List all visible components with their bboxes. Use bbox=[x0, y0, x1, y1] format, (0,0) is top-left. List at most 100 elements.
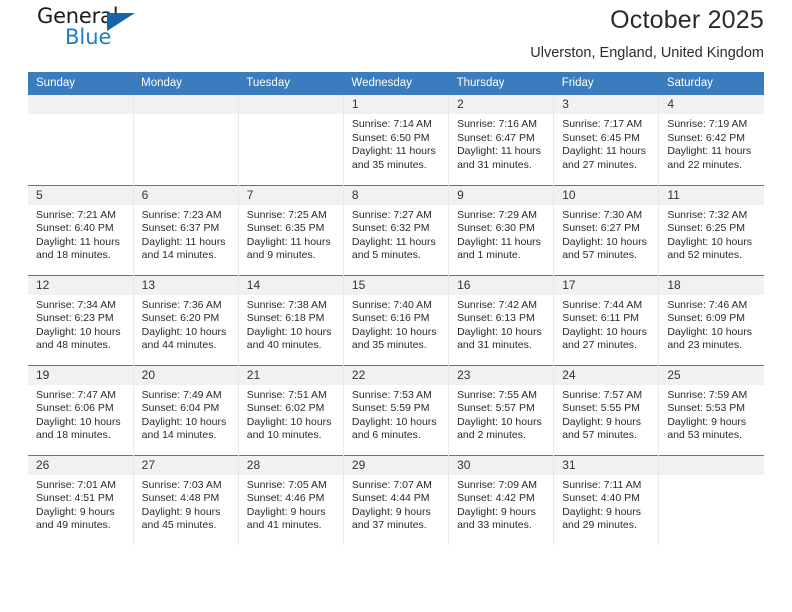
calendar-day-cell: 9 Sunrise: 7:29 AM Sunset: 6:30 PM Daylight… bbox=[448, 184, 554, 275]
daylight-duration-line1: Daylight: 10 hours bbox=[667, 235, 752, 248]
day-number: 26 bbox=[28, 455, 133, 475]
daylight-duration-line1: Daylight: 10 hours bbox=[246, 325, 332, 338]
day-details: Sunrise: 7:55 AM Sunset: 5:57 PM Daylight:… bbox=[449, 385, 553, 443]
sunrise-time: Sunrise: 7:34 AM bbox=[36, 298, 116, 311]
sunrise-sunset-calendar: Sunday Monday Tuesday Wednesday Thursday… bbox=[28, 72, 764, 545]
day-number: 22 bbox=[343, 365, 449, 385]
sunrise-time: Sunrise: 7:30 AM bbox=[562, 208, 643, 221]
sunset-time: Sunset: 6:23 PM bbox=[36, 312, 114, 325]
daylight-duration-line1: Daylight: 10 hours bbox=[36, 415, 121, 428]
day-details: Sunrise: 7:57 AM Sunset: 5:55 PM Daylight:… bbox=[554, 385, 658, 443]
weekday-header-row: Sunday Monday Tuesday Wednesday Thursday… bbox=[28, 72, 764, 95]
calendar-day-cell: 17 Sunrise: 7:44 AM Sunset: 6:11 PM Dayligh… bbox=[553, 274, 659, 365]
calendar-week-row: 5 Sunrise: 7:21 AM Sunset: 6:40 PM Daylight… bbox=[28, 184, 764, 275]
day-details: Sunrise: 7:59 AM Sunset: 5:53 PM Daylight:… bbox=[659, 385, 764, 443]
sunset-time: Sunset: 5:59 PM bbox=[351, 402, 430, 415]
day-number: 13 bbox=[133, 275, 238, 295]
daylight-duration-line2: and 52 minutes. bbox=[667, 249, 743, 262]
calendar-day-cell: 6 Sunrise: 7:23 AM Sunset: 6:37 PM Daylight… bbox=[132, 184, 239, 275]
daylight-duration-line2: and 41 minutes. bbox=[246, 519, 322, 532]
daylight-duration-line2: and 18 minutes. bbox=[36, 249, 111, 262]
day-number: 21 bbox=[238, 365, 343, 385]
general-blue-logo[interactable]: General Blue bbox=[37, 4, 157, 58]
daylight-duration-line1: Daylight: 9 hours bbox=[667, 415, 747, 428]
sunrise-time: Sunrise: 7:21 AM bbox=[36, 208, 116, 221]
sunrise-time: Sunrise: 7:19 AM bbox=[667, 118, 748, 130]
day-number: 14 bbox=[238, 275, 343, 295]
calendar-week-row: 12 Sunrise: 7:34 AM Sunset: 6:23 PM Dayligh… bbox=[28, 274, 764, 365]
sunset-time: Sunset: 6:13 PM bbox=[457, 312, 535, 325]
sunset-time: Sunset: 6:37 PM bbox=[141, 222, 220, 235]
sunset-time: Sunset: 6:32 PM bbox=[351, 222, 430, 235]
sunset-time: Sunset: 5:55 PM bbox=[562, 402, 640, 415]
sunrise-time: Sunrise: 7:40 AM bbox=[351, 298, 432, 311]
calendar-day-cell: 14 Sunrise: 7:38 AM Sunset: 6:18 PM Dayligh… bbox=[237, 274, 344, 365]
day-number: 25 bbox=[659, 365, 764, 385]
daylight-duration-line1: Daylight: 10 hours bbox=[667, 325, 752, 338]
day-number: 1 bbox=[343, 95, 449, 114]
day-number: 19 bbox=[28, 365, 133, 385]
day-details: Sunrise: 7:03 AM Sunset: 4:48 PM Daylight:… bbox=[134, 475, 238, 533]
sunset-time: Sunset: 6:47 PM bbox=[457, 131, 535, 144]
calendar-day-cell: 10 Sunrise: 7:30 AM Sunset: 6:27 PM Dayligh… bbox=[553, 184, 659, 275]
sunset-time: Sunset: 6:20 PM bbox=[141, 312, 220, 325]
day-details: Sunrise: 7:38 AM Sunset: 6:18 PM Daylight:… bbox=[239, 295, 343, 353]
day-details: Sunrise: 7:14 AM Sunset: 6:50 PM Daylight:… bbox=[344, 114, 448, 172]
daylight-duration-line1: Daylight: 9 hours bbox=[36, 505, 115, 518]
day-details: Sunrise: 7:36 AM Sunset: 6:20 PM Daylight:… bbox=[134, 295, 238, 353]
daylight-duration-line2: and 29 minutes. bbox=[562, 519, 637, 532]
daylight-duration-line1: Daylight: 11 hours bbox=[141, 235, 226, 248]
sunrise-time: Sunrise: 7:14 AM bbox=[351, 118, 432, 130]
day-number: 12 bbox=[28, 275, 133, 295]
sunset-time: Sunset: 4:51 PM bbox=[36, 492, 114, 505]
day-number: 27 bbox=[133, 455, 238, 475]
calendar-day-cell: 25 Sunrise: 7:59 AM Sunset: 5:53 PM Dayligh… bbox=[658, 364, 764, 455]
sunset-time: Sunset: 5:57 PM bbox=[457, 402, 535, 415]
sunrise-time: Sunrise: 7:29 AM bbox=[457, 208, 538, 221]
sunrise-time: Sunrise: 7:09 AM bbox=[457, 478, 538, 491]
day-details: Sunrise: 7:47 AM Sunset: 6:06 PM Daylight:… bbox=[28, 385, 133, 443]
daylight-duration-line2: and 35 minutes. bbox=[351, 158, 427, 171]
calendar-day-cell: 26 Sunrise: 7:01 AM Sunset: 4:51 PM Dayligh… bbox=[28, 454, 134, 545]
day-number bbox=[659, 455, 764, 475]
sunrise-time: Sunrise: 7:55 AM bbox=[457, 388, 538, 401]
calendar-day-cell: 24 Sunrise: 7:57 AM Sunset: 5:55 PM Dayligh… bbox=[553, 364, 659, 455]
calendar-day-cell: 16 Sunrise: 7:42 AM Sunset: 6:13 PM Dayligh… bbox=[448, 274, 554, 365]
daylight-duration-line1: Daylight: 11 hours bbox=[351, 145, 436, 158]
day-number: 9 bbox=[449, 185, 554, 205]
calendar-day-cell: 3 Sunrise: 7:17 AM Sunset: 6:45 PM Daylight… bbox=[553, 95, 659, 185]
day-details: Sunrise: 7:17 AM Sunset: 6:45 PM Daylight:… bbox=[554, 114, 658, 172]
sunset-time: Sunset: 6:11 PM bbox=[562, 312, 640, 325]
daylight-duration-line2: and 10 minutes. bbox=[246, 429, 322, 442]
daylight-duration-line2: and 14 minutes. bbox=[141, 249, 217, 262]
day-number: 3 bbox=[554, 95, 659, 114]
day-details: Sunrise: 7:44 AM Sunset: 6:11 PM Daylight:… bbox=[554, 295, 658, 353]
calendar-day-cell: 2 Sunrise: 7:16 AM Sunset: 6:47 PM Daylight… bbox=[448, 95, 554, 185]
day-details: Sunrise: 7:34 AM Sunset: 6:23 PM Daylight:… bbox=[28, 295, 133, 353]
calendar-day-cell: 27 Sunrise: 7:03 AM Sunset: 4:48 PM Dayligh… bbox=[132, 454, 239, 545]
weekday-header-wednesday: Wednesday bbox=[343, 72, 449, 95]
daylight-duration-line2: and 1 minute. bbox=[457, 249, 521, 262]
day-details: Sunrise: 7:40 AM Sunset: 6:16 PM Daylight:… bbox=[344, 295, 448, 353]
daylight-duration-line1: Daylight: 9 hours bbox=[141, 505, 221, 518]
daylight-duration-line1: Daylight: 10 hours bbox=[141, 325, 227, 338]
calendar-week-row: 26 Sunrise: 7:01 AM Sunset: 4:51 PM Dayligh… bbox=[28, 454, 764, 545]
calendar-day-cell: 1 Sunrise: 7:14 AM Sunset: 6:50 PM Daylight… bbox=[342, 95, 449, 185]
sunset-time: Sunset: 4:46 PM bbox=[246, 492, 325, 505]
sunrise-time: Sunrise: 7:17 AM bbox=[562, 118, 643, 130]
day-details: Sunrise: 7:25 AM Sunset: 6:35 PM Daylight:… bbox=[239, 205, 343, 263]
daylight-duration-line1: Daylight: 10 hours bbox=[351, 415, 437, 428]
day-number: 4 bbox=[659, 95, 764, 114]
daylight-duration-line2: and 27 minutes. bbox=[562, 339, 637, 352]
day-number: 18 bbox=[659, 275, 764, 295]
calendar-cell-empty bbox=[132, 95, 239, 185]
daylight-duration-line1: Daylight: 11 hours bbox=[667, 145, 752, 158]
daylight-duration-line2: and 23 minutes. bbox=[667, 339, 743, 352]
day-number: 16 bbox=[449, 275, 554, 295]
day-number: 7 bbox=[238, 185, 343, 205]
daylight-duration-line2: and 6 minutes. bbox=[351, 429, 421, 442]
calendar-day-cell: 7 Sunrise: 7:25 AM Sunset: 6:35 PM Daylight… bbox=[237, 184, 344, 275]
day-number bbox=[133, 95, 238, 114]
sunset-time: Sunset: 6:50 PM bbox=[351, 131, 430, 144]
sunrise-time: Sunrise: 7:38 AM bbox=[246, 298, 327, 311]
